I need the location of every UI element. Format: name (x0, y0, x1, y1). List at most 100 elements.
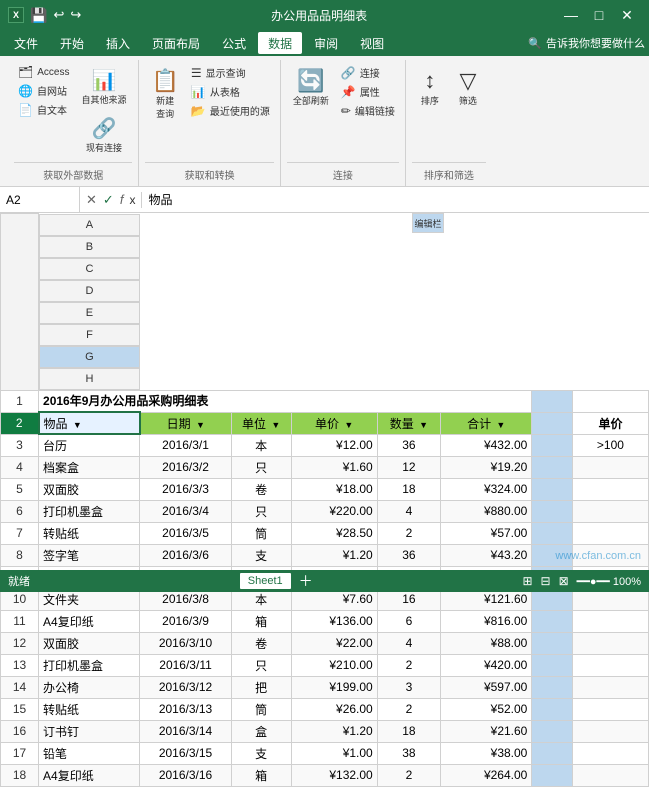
cell-a5[interactable]: 双面胶 (39, 478, 140, 500)
row-num-16[interactable]: 16 (1, 720, 39, 742)
cell-e16[interactable]: 18 (377, 720, 440, 742)
cell-a17[interactable]: 铅笔 (39, 742, 140, 764)
spreadsheet-title[interactable]: 2016年9月办公用品采购明细表 (39, 390, 532, 412)
cell-h18[interactable] (572, 764, 648, 786)
cell-f7[interactable]: ¥57.00 (441, 522, 532, 544)
row-num-18[interactable]: 18 (1, 764, 39, 786)
text-button[interactable]: 📄 自文本 (14, 101, 73, 118)
menu-data[interactable]: 数据 (258, 32, 302, 54)
col-header-c[interactable]: C (39, 258, 140, 280)
cell-h4[interactable] (572, 456, 648, 478)
cell-g13[interactable] (532, 654, 573, 676)
col-header-e[interactable]: E (39, 302, 140, 324)
cell-b3[interactable]: 2016/3/1 (140, 434, 231, 456)
menu-page-layout[interactable]: 页面布局 (142, 32, 210, 54)
cell-b15[interactable]: 2016/3/13 (140, 698, 231, 720)
cell-g6[interactable] (532, 500, 573, 522)
cell-c5[interactable]: 卷 (231, 478, 291, 500)
formula-input[interactable]: 物品 (142, 187, 649, 212)
cell-b7[interactable]: 2016/3/5 (140, 522, 231, 544)
cell-reference[interactable]: A2 (0, 187, 80, 212)
row-num-1[interactable]: 1 (1, 390, 39, 412)
cell-c12[interactable]: 卷 (231, 632, 291, 654)
cell-g15[interactable] (532, 698, 573, 720)
row-num-3[interactable]: 3 (1, 434, 39, 456)
help-placeholder[interactable]: 告诉我你想要做什么 (546, 35, 645, 51)
menu-file[interactable]: 文件 (4, 32, 48, 54)
cell-e6[interactable]: 4 (377, 500, 440, 522)
cell-b13[interactable]: 2016/3/11 (140, 654, 231, 676)
cell-b6[interactable]: 2016/3/4 (140, 500, 231, 522)
cell-a11[interactable]: A4复印纸 (39, 610, 140, 632)
menu-insert[interactable]: 插入 (96, 32, 140, 54)
row-num-4[interactable]: 4 (1, 456, 39, 478)
cell-b5[interactable]: 2016/3/3 (140, 478, 231, 500)
cell-d13[interactable]: ¥210.00 (291, 654, 377, 676)
cell-e7[interactable]: 2 (377, 522, 440, 544)
undo-icon[interactable]: ↩ (53, 7, 64, 23)
refresh-all-button[interactable]: 🔄 全部刷新 (287, 64, 335, 111)
web-button[interactable]: 🌐 自网站 (14, 82, 73, 99)
sheet-tab[interactable]: Sheet1 (240, 573, 291, 589)
cell-d4[interactable]: ¥1.60 (291, 456, 377, 478)
cell-h3[interactable]: >100 (572, 434, 648, 456)
close-button[interactable]: ✕ (613, 0, 641, 30)
cell-a12[interactable]: 双面胶 (39, 632, 140, 654)
cell-f3[interactable]: ¥432.00 (441, 434, 532, 456)
cell-c15[interactable]: 筒 (231, 698, 291, 720)
formula-cancel-icon[interactable]: ✕ (86, 192, 97, 208)
row-num-8[interactable]: 8 (1, 544, 39, 566)
cell-f11[interactable]: ¥816.00 (441, 610, 532, 632)
row-num-5[interactable]: 5 (1, 478, 39, 500)
cell-a14[interactable]: 办公椅 (39, 676, 140, 698)
cell-g3[interactable] (532, 434, 573, 456)
cell-e11[interactable]: 6 (377, 610, 440, 632)
cell-c6[interactable]: 只 (231, 500, 291, 522)
cell-b8[interactable]: 2016/3/6 (140, 544, 231, 566)
cell-h6[interactable] (572, 500, 648, 522)
cell-a8[interactable]: 签字笔 (39, 544, 140, 566)
cell-c16[interactable]: 盒 (231, 720, 291, 742)
cell-f18[interactable]: ¥264.00 (441, 764, 532, 786)
sort-button[interactable]: ↕ 排序 (412, 64, 448, 111)
menu-view[interactable]: 视图 (350, 32, 394, 54)
new-query-button[interactable]: 📋 新建查询 (145, 64, 184, 124)
menu-home[interactable]: 开始 (50, 32, 94, 54)
cell-g18[interactable] (532, 764, 573, 786)
cell-a18[interactable]: A4复印纸 (39, 764, 140, 786)
cell-e5[interactable]: 18 (377, 478, 440, 500)
formula-function-icon[interactable]: f (120, 192, 124, 207)
menu-formula[interactable]: 公式 (212, 32, 256, 54)
header-total[interactable]: 合计 ▼ (441, 412, 532, 434)
cell-e4[interactable]: 12 (377, 456, 440, 478)
cell-e12[interactable]: 4 (377, 632, 440, 654)
edit-links-button[interactable]: ✏ 编辑链接 (337, 102, 399, 119)
header-price[interactable]: 单价 ▼ (291, 412, 377, 434)
cell-e18[interactable]: 2 (377, 764, 440, 786)
zoom-slider[interactable]: ━━●━━ 100% (577, 575, 641, 588)
cell-b18[interactable]: 2016/3/16 (140, 764, 231, 786)
cell-c8[interactable]: 支 (231, 544, 291, 566)
maximize-button[interactable]: □ (585, 0, 613, 30)
cell-b14[interactable]: 2016/3/12 (140, 676, 231, 698)
cell-f5[interactable]: ¥324.00 (441, 478, 532, 500)
formula-confirm-icon[interactable]: ✓ (103, 192, 114, 208)
cell-e17[interactable]: 38 (377, 742, 440, 764)
connections-button[interactable]: 🔗 连接 (337, 64, 399, 81)
col-header-a[interactable]: A (39, 214, 140, 236)
cell-e15[interactable]: 2 (377, 698, 440, 720)
row-num-6[interactable]: 6 (1, 500, 39, 522)
row-num-17[interactable]: 17 (1, 742, 39, 764)
cell-d3[interactable]: ¥12.00 (291, 434, 377, 456)
cell-a16[interactable]: 订书钉 (39, 720, 140, 742)
col-header-f[interactable]: F (39, 324, 140, 346)
cell-d14[interactable]: ¥199.00 (291, 676, 377, 698)
cell-c4[interactable]: 只 (231, 456, 291, 478)
cell-g1[interactable] (532, 390, 573, 412)
cell-c18[interactable]: 箱 (231, 764, 291, 786)
row-num-12[interactable]: 12 (1, 632, 39, 654)
cell-h1[interactable] (572, 390, 648, 412)
cell-d8[interactable]: ¥1.20 (291, 544, 377, 566)
properties-button[interactable]: 📌 属性 (337, 83, 399, 100)
menu-review[interactable]: 审阅 (304, 32, 348, 54)
